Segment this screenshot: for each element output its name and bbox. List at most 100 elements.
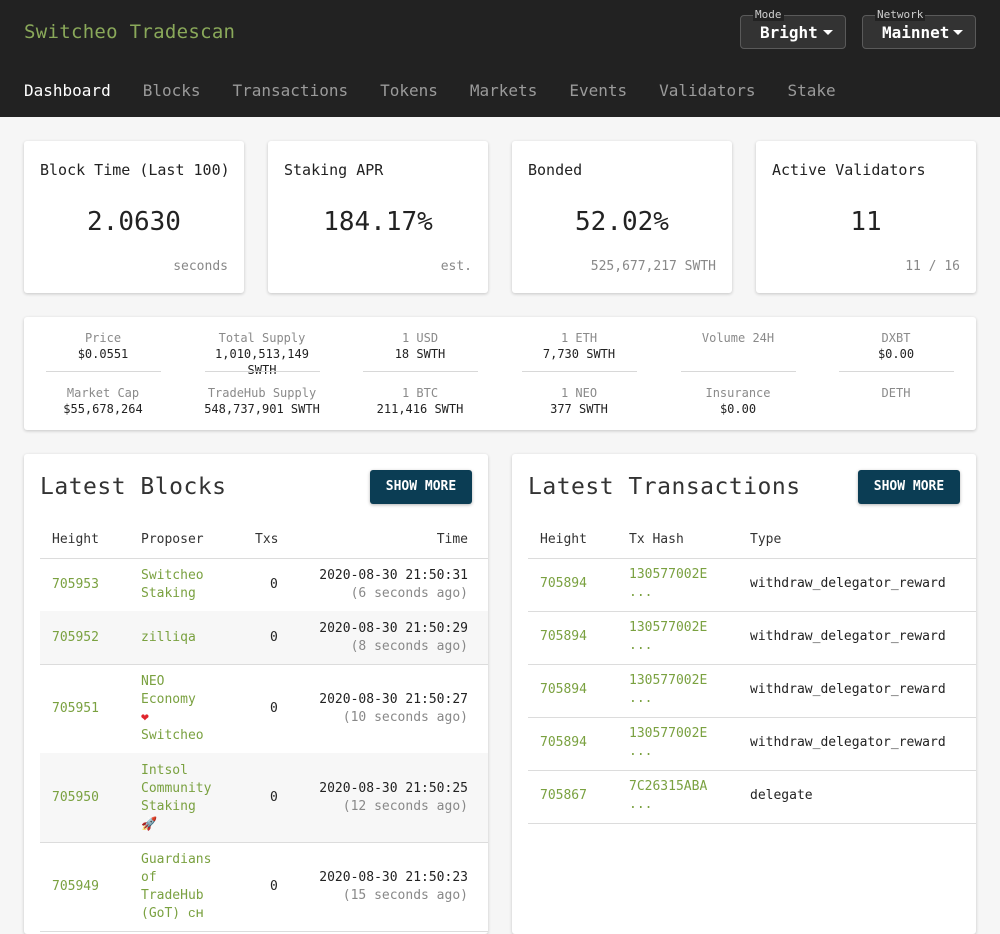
heart-icon: ❤ [141,709,149,725]
tx-hash-ellipsis: ... [629,744,653,759]
tx-hash: 7C26315ABA [629,779,708,794]
tab-validators[interactable]: Validators [659,81,755,101]
col-header-proposer: Proposer [141,532,204,547]
price-stat-volume-24h: Volume 24H [680,330,796,346]
divider [839,371,954,372]
table-row: 705949 Guardians of TradeHub (GoT) ᴄʜ 0 2020-0… [40,842,488,931]
block-height-link[interactable]: 705951 [52,700,99,718]
price-stat-label: 1 ETH [560,331,598,345]
col-header-tx-hash: Tx Hash [629,532,684,547]
stat-sub: est. [440,259,472,274]
stat-card-active-validators: Active Validators 11 11 / 16 [756,141,976,293]
block-height-link[interactable]: 705950 [52,789,99,807]
top-bar: Switcheo Tradescan Mode Bright Network M… [0,0,1000,117]
stat-value: 2.0630 [87,207,181,237]
price-stat-dxbt: DXBT $0.00 [838,330,954,362]
block-time-ago: (8 seconds ago) [350,638,468,654]
tx-hash-ellipsis: ... [629,691,653,706]
tx-height-link[interactable]: 705867 [540,787,587,805]
tx-type: delegate [750,788,813,803]
latest-transactions-panel: Latest Transactions SHOW MORE Height Tx … [512,454,976,934]
tab-dashboard[interactable]: Dashboard [24,81,111,101]
blocks-show-more-button[interactable]: SHOW MORE [370,470,472,504]
stat-title: Active Validators [772,161,926,179]
proposer-link[interactable]: zilliqa [141,629,221,647]
tab-stake[interactable]: Stake [787,81,835,101]
proposer-link[interactable]: Switcheo Staking [141,567,221,603]
block-height-link[interactable]: 705953 [52,576,99,594]
table-row: 705953 Switcheo Staking 0 2020-08-30 21:50:3… [40,558,488,611]
stat-value: 11 [850,207,882,237]
latest-transactions-title: Latest Transactions [528,474,801,500]
table-row: 705867 7C26315ABA... delegate [528,770,976,823]
block-tx-count: 0 [270,789,278,805]
tx-height-link[interactable]: 705894 [540,575,587,593]
tx-hash-ellipsis: ... [629,797,653,812]
rocket-icon: 🚀 [141,816,158,832]
block-height-link[interactable]: 705952 [52,629,99,647]
stat-title: Block Time (Last 100) [40,161,230,179]
table-row: 705894 130577002E... withdraw_delegator_re… [528,664,976,717]
tx-hash-link[interactable]: 130577002E... [629,619,707,655]
proposer-link[interactable]: Intsol Community Staking 🚀 [141,762,221,834]
proposer-link[interactable]: NEO Economy ❤ Switcheo [141,673,221,745]
tx-hash: 130577002E [629,673,708,688]
stat-title: Staking APR [284,161,384,179]
proposer-name-line: Staking [141,798,196,814]
stat-sub: 11 / 16 [905,259,960,274]
tab-markets[interactable]: Markets [470,81,537,101]
price-stat-label: 1 NEO [560,386,598,400]
proposer-name-line: Staking [141,585,196,601]
divider [522,371,637,372]
tx-height-link[interactable]: 705894 [540,628,587,646]
proposer-name-line: Community [141,780,212,796]
price-stat-value: 548,737,901 SWTH [204,402,320,416]
block-tx-count: 0 [270,576,278,592]
proposer-name-line: Switcheo [141,727,204,743]
tx-hash-link[interactable]: 130577002E... [629,672,707,708]
main-nav: Dashboard Blocks Transactions Tokens Markets… [24,81,868,101]
tx-hash: 130577002E [629,726,708,741]
transactions-show-more-button[interactable]: SHOW MORE [858,470,960,504]
block-height-link[interactable]: 705949 [52,878,99,896]
tx-hash-link[interactable]: 130577002E... [629,725,707,761]
tx-height-link[interactable]: 705894 [540,681,587,699]
tab-blocks[interactable]: Blocks [143,81,201,101]
block-time-ago: (10 seconds ago) [342,709,468,725]
tx-hash-ellipsis: ... [629,585,653,600]
price-stat-1-eth: 1 ETH 7,730 SWTH [521,330,637,362]
divider [205,371,320,372]
price-stat-market-cap: Market Cap $55,678,264 [45,385,161,417]
block-time: 2020-08-30 21:50:31 (6 seconds ago) [319,567,468,603]
row-divider [40,931,488,932]
price-stat-label: TradeHub Supply [207,386,317,400]
tab-events[interactable]: Events [569,81,627,101]
block-time: 2020-08-30 21:50:23 (15 seconds ago) [319,869,468,905]
proposer-name-line: (GoT) ᴄʜ [141,905,204,921]
tx-type: withdraw_delegator_reward [750,735,946,750]
block-tx-count: 0 [270,700,278,716]
table-row: 705951 NEO Economy ❤ Switcheo 0 2020-08-30 21:… [40,664,488,753]
block-time-ago: (15 seconds ago) [342,887,468,903]
tx-hash-link[interactable]: 130577002E... [629,566,707,602]
proposer-link[interactable]: Guardians of TradeHub (GoT) ᴄʜ [141,851,221,923]
price-stat-1-neo: 1 NEO 377 SWTH [521,385,637,417]
price-stat-label: 1 BTC [401,386,439,400]
price-stat-value: $0.0551 [77,347,129,361]
brand-title[interactable]: Switcheo Tradescan [24,21,235,43]
tab-transactions[interactable]: Transactions [233,81,349,101]
tx-hash-link[interactable]: 7C26315ABA... [629,778,707,814]
tab-tokens[interactable]: Tokens [380,81,438,101]
proposer-name-line: zilliqa [141,629,196,645]
tx-height-link[interactable]: 705894 [540,734,587,752]
stat-title: Bonded [528,161,583,179]
network-select[interactable]: Network Mainnet [862,9,976,49]
mode-select-caption: Mode [753,8,784,21]
price-stat-tradehub-supply: TradeHub Supply 548,737,901 SWTH [204,385,320,417]
tx-type: withdraw_delegator_reward [750,576,946,591]
tx-hash-ellipsis: ... [629,638,653,653]
mode-select[interactable]: Mode Bright [740,9,846,49]
price-stat-label: Total Supply [218,331,306,345]
col-header-height: Height [540,532,587,547]
chevron-down-icon [953,30,963,35]
